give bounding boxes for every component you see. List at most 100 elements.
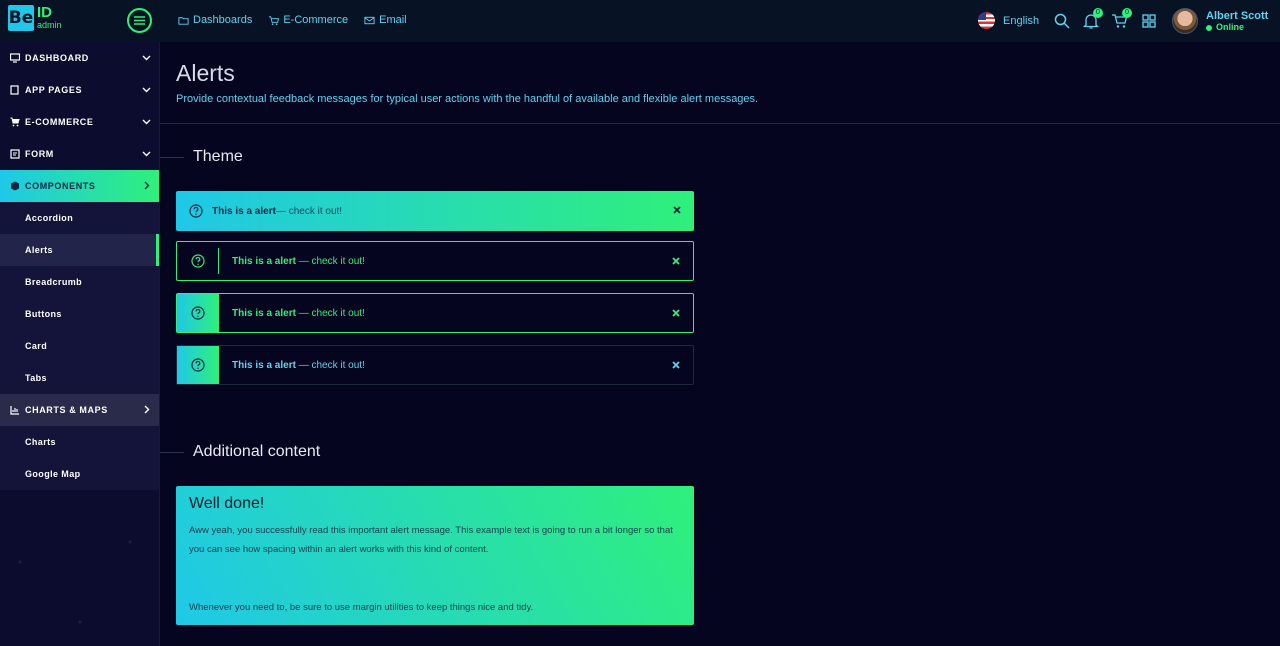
sidebar-item-dashboard[interactable]: DASHBOARD bbox=[0, 42, 159, 74]
section-title-label: Theme bbox=[193, 148, 243, 165]
alert-gradient: This is a alert— check it out! bbox=[176, 191, 694, 231]
section-line bbox=[160, 451, 184, 453]
alert-rest: — check it out! bbox=[275, 205, 343, 217]
alert-icon-box bbox=[177, 294, 219, 332]
submenu-item-tabs[interactable]: Tabs bbox=[0, 362, 159, 394]
submenu-item-accordion[interactable]: Accordion bbox=[0, 202, 159, 234]
section-title-additional: Additional content bbox=[160, 443, 320, 461]
language-label: English bbox=[1003, 14, 1040, 27]
components-submenu: Accordion Alerts Breadcrumb Buttons Card… bbox=[0, 202, 159, 394]
alert-message: This is a alert — check it out! bbox=[232, 256, 365, 267]
logo-mark: Be bbox=[8, 5, 34, 31]
menu-toggle-button[interactable] bbox=[127, 8, 152, 33]
logo-id: ID bbox=[37, 4, 52, 21]
close-icon[interactable] bbox=[671, 360, 681, 370]
us-flag-icon bbox=[978, 12, 995, 29]
page-subtitle: Provide contextual feedback messages for… bbox=[176, 93, 759, 105]
alert-rest: — check it out! bbox=[295, 255, 365, 267]
sidebar-item-label: E-COMMERCE bbox=[25, 117, 94, 127]
form-icon bbox=[10, 149, 20, 159]
submenu-item-card[interactable]: Card bbox=[0, 330, 159, 362]
monitor-icon bbox=[10, 53, 20, 63]
question-circle-icon bbox=[191, 358, 205, 372]
user-status-label: Online bbox=[1216, 22, 1245, 33]
question-circle-icon bbox=[189, 204, 203, 218]
cart-icon bbox=[10, 117, 20, 127]
close-icon[interactable] bbox=[671, 308, 681, 318]
header-divider bbox=[160, 123, 1280, 124]
brand-logo[interactable]: Be ID admin bbox=[8, 5, 62, 31]
sidebar-item-components[interactable]: COMPONENTS bbox=[0, 170, 159, 202]
submenu-item-alerts[interactable]: Alerts bbox=[0, 234, 159, 266]
topnav-email-label: Email bbox=[379, 14, 407, 26]
sidebar-item-app-pages[interactable]: APP PAGES bbox=[0, 74, 159, 106]
alert-strong: This is a alert bbox=[212, 205, 276, 217]
user-name: Albert Scott bbox=[1206, 10, 1269, 22]
alert-heading: Well done! bbox=[189, 495, 265, 512]
section-line bbox=[160, 156, 184, 158]
alert-body: Aww yeah, you successfully read this imp… bbox=[189, 525, 673, 555]
alert-dark-icon-fill: This is a alert — check it out! bbox=[176, 345, 694, 385]
user-status: Online bbox=[1206, 22, 1268, 33]
chevron-right-icon bbox=[144, 181, 150, 190]
alert-strong: This is a alert bbox=[232, 359, 296, 371]
charts-submenu: Charts Google Map bbox=[0, 426, 159, 490]
notifications-button[interactable]: 0 bbox=[1082, 8, 1103, 30]
hamburger-icon bbox=[134, 16, 145, 25]
submenu-item-buttons[interactable]: Buttons bbox=[0, 298, 159, 330]
close-icon[interactable] bbox=[672, 205, 682, 215]
sidebar-item-form[interactable]: FORM bbox=[0, 138, 159, 170]
topnav-dashboards-label: Dashboards bbox=[193, 14, 253, 26]
cart-button[interactable]: 0 bbox=[1111, 8, 1132, 30]
submenu-item-breadcrumb[interactable]: Breadcrumb bbox=[0, 266, 159, 298]
search-icon[interactable] bbox=[1053, 12, 1071, 30]
alert-additional-content: Well done! Aww yeah, you successfully re… bbox=[176, 486, 694, 625]
alert-message: This is a alert — check it out! bbox=[232, 360, 365, 371]
logo-sub: admin bbox=[37, 20, 62, 30]
online-dot-icon bbox=[1206, 25, 1212, 32]
topnav-ecommerce-label: E-Commerce bbox=[283, 14, 349, 26]
submenu-item-google-map[interactable]: Google Map bbox=[0, 458, 159, 490]
sidebar-item-charts-maps[interactable]: CHARTS & MAPS bbox=[0, 394, 159, 426]
chevron-right-icon bbox=[144, 405, 150, 414]
sidebar: DASHBOARD APP PAGES E-COMMERCE FORM COMP… bbox=[0, 42, 160, 646]
topnav-email[interactable]: Email bbox=[364, 14, 407, 26]
user-avatar[interactable] bbox=[1172, 8, 1198, 34]
question-circle-icon bbox=[191, 306, 205, 320]
alert-message: This is a alert — check it out! bbox=[232, 308, 365, 319]
chevron-down-icon bbox=[142, 119, 151, 125]
close-icon[interactable] bbox=[671, 256, 681, 266]
alert-message: This is a alert— check it out! bbox=[212, 206, 342, 217]
mail-icon bbox=[364, 16, 375, 24]
alert-rest: — check it out! bbox=[295, 359, 365, 371]
topnav-dashboards[interactable]: Dashboards bbox=[178, 14, 252, 26]
chart-icon bbox=[10, 406, 19, 415]
sidebar-item-label: DASHBOARD bbox=[25, 53, 89, 63]
cart-icon bbox=[269, 15, 280, 25]
question-circle-icon bbox=[190, 254, 205, 268]
alert-outline-icon-fill: This is a alert — check it out! bbox=[176, 293, 694, 333]
cart-badge: 0 bbox=[1122, 8, 1132, 18]
notifications-badge: 0 bbox=[1093, 8, 1103, 18]
page-title: Alerts bbox=[176, 60, 235, 86]
chevron-down-icon bbox=[142, 55, 151, 61]
box-icon bbox=[11, 181, 19, 191]
main-content: Alerts Provide contextual feedback messa… bbox=[160, 42, 1280, 646]
sidebar-item-ecommerce[interactable]: E-COMMERCE bbox=[0, 106, 159, 138]
submenu-item-charts[interactable]: Charts bbox=[0, 426, 159, 458]
chevron-down-icon bbox=[142, 151, 151, 157]
alert-rest: — check it out! bbox=[295, 307, 365, 319]
topnav-ecommerce[interactable]: E-Commerce bbox=[268, 14, 348, 26]
language-selector[interactable]: English bbox=[978, 12, 1039, 29]
sidebar-item-label: CHARTS & MAPS bbox=[25, 405, 108, 415]
alert-footer: Whenever you need to, be sure to use mar… bbox=[189, 602, 534, 613]
section-title-label: Additional content bbox=[193, 443, 321, 460]
alert-icon-box bbox=[177, 248, 219, 274]
alert-icon-box bbox=[177, 346, 219, 384]
sidebar-item-label: APP PAGES bbox=[25, 85, 83, 95]
user-info[interactable]: Albert Scott Online bbox=[1206, 10, 1268, 33]
apps-grid-icon[interactable] bbox=[1140, 12, 1158, 30]
alert-strong: This is a alert bbox=[232, 255, 296, 267]
pages-icon bbox=[10, 85, 19, 95]
top-nav: Dashboards E-Commerce Email bbox=[178, 14, 407, 26]
